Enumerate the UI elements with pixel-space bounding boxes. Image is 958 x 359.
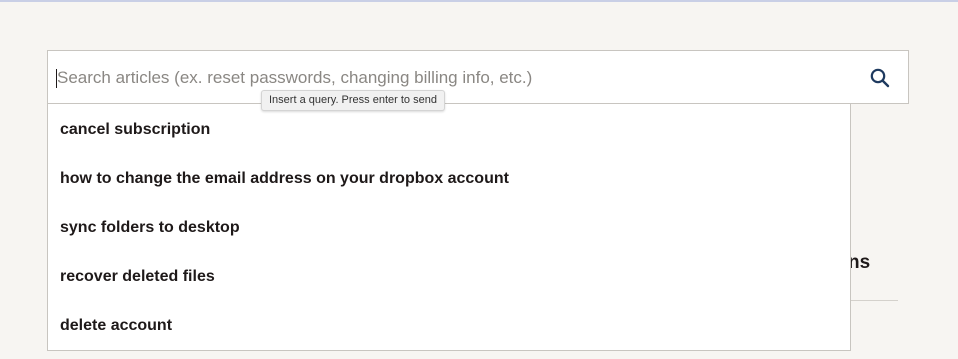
text-caret xyxy=(56,69,57,88)
search-box xyxy=(47,50,909,104)
suggestions-dropdown: cancel subscription how to change the em… xyxy=(47,104,851,351)
suggestion-item[interactable]: recover deleted files xyxy=(60,268,215,286)
suggestion-item[interactable]: delete account xyxy=(60,317,172,335)
background-divider xyxy=(850,300,898,301)
background-heading: ns xyxy=(848,252,871,273)
top-border xyxy=(0,0,958,2)
search-input[interactable] xyxy=(56,59,847,97)
suggestion-item[interactable]: cancel subscription xyxy=(60,121,210,139)
search-tooltip: Insert a query. Press enter to send xyxy=(261,90,445,111)
search-icon xyxy=(870,68,890,88)
suggestion-item[interactable]: how to change the email address on your … xyxy=(60,170,509,188)
suggestion-item[interactable]: sync folders to desktop xyxy=(60,219,240,237)
search-button[interactable] xyxy=(860,62,900,94)
